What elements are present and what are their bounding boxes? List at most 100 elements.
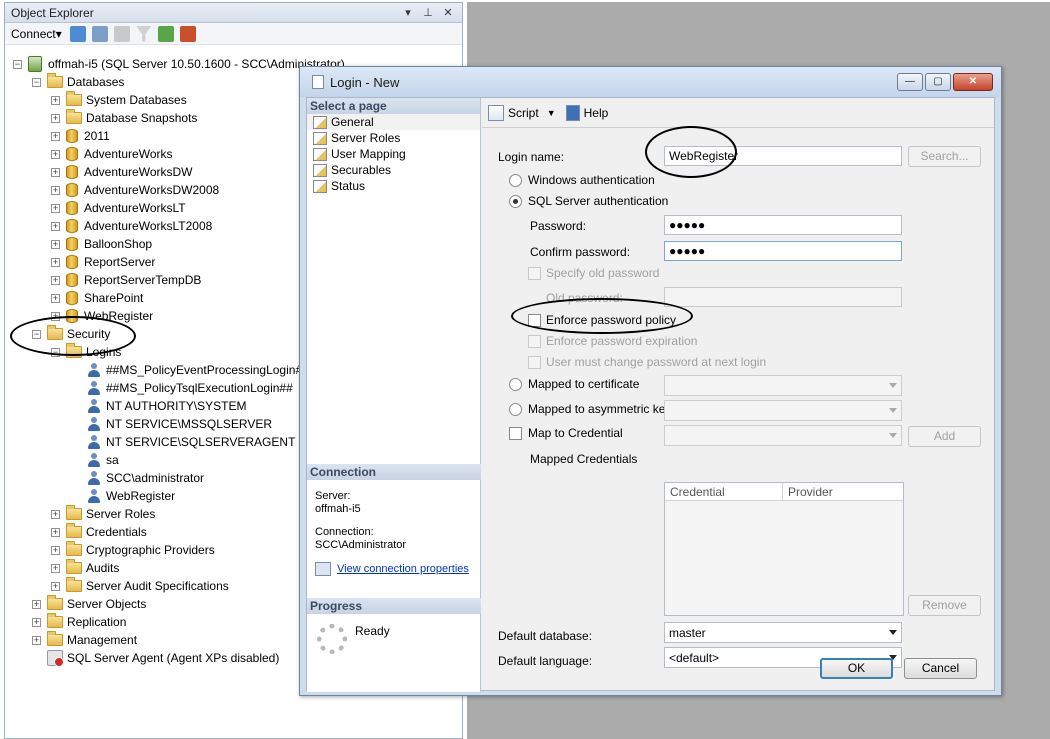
- specify-old-password-label: Specify old password: [546, 266, 660, 280]
- maximize-button[interactable]: ▢: [925, 73, 951, 91]
- tree-node[interactable]: + AdventureWorksDW: [51, 163, 192, 181]
- refresh-icon[interactable]: [157, 25, 174, 42]
- must-change-password-checkbox[interactable]: [528, 356, 541, 369]
- cancel-button[interactable]: Cancel: [904, 658, 977, 679]
- tree-node[interactable]: ##MS_PolicyTsqlExecutionLogin##: [71, 379, 293, 397]
- tree-node[interactable]: SQL Server Agent (Agent XPs disabled): [32, 649, 279, 667]
- filter-icon[interactable]: [135, 25, 152, 42]
- enforce-password-expiration-checkbox[interactable]: [528, 335, 541, 348]
- tree-node[interactable]: + Audits: [51, 559, 119, 577]
- connect-icon[interactable]: [69, 25, 86, 42]
- script-dropdown-icon[interactable]: ▼: [547, 108, 556, 118]
- expand-icon[interactable]: +: [51, 257, 60, 267]
- tree-node[interactable]: + AdventureWorksLT2008: [51, 217, 212, 235]
- tree-node[interactable]: + Management: [32, 631, 137, 649]
- dropdown-icon[interactable]: ▾: [400, 6, 416, 19]
- tree-node[interactable]: +2011: [51, 127, 110, 145]
- pin-icon[interactable]: ⊥: [420, 6, 436, 19]
- provider-column-header[interactable]: Provider: [783, 483, 838, 500]
- expand-icon[interactable]: +: [32, 617, 41, 627]
- tree-node[interactable]: + BalloonShop: [51, 235, 152, 253]
- tree-node[interactable]: + Replication: [32, 613, 126, 631]
- close-button[interactable]: ✕: [953, 73, 993, 91]
- tree-node[interactable]: NT SERVICE\SQLSERVERAGENT: [71, 433, 295, 451]
- disconnect-icon[interactable]: [91, 25, 108, 42]
- tree-node[interactable]: + Credentials: [51, 523, 147, 541]
- tree-node[interactable]: + SharePoint: [51, 289, 143, 307]
- tree-node[interactable]: + ReportServer: [51, 253, 155, 271]
- tree-node[interactable]: + System Databases: [51, 91, 187, 109]
- close-icon[interactable]: ✕: [440, 6, 456, 19]
- expand-icon[interactable]: +: [51, 203, 60, 213]
- tree-node[interactable]: + AdventureWorks: [51, 145, 172, 163]
- expand-icon[interactable]: +: [51, 527, 60, 537]
- stop-icon[interactable]: [113, 25, 130, 42]
- expand-icon[interactable]: +: [51, 581, 60, 591]
- tree-node[interactable]: + Cryptographic Providers: [51, 541, 215, 559]
- tree-node[interactable]: + Server Audit Specifications: [51, 577, 229, 595]
- view-connection-properties-link[interactable]: View connection properties: [337, 563, 469, 576]
- collapse-icon[interactable]: −: [13, 59, 22, 69]
- tree-node[interactable]: SCC\administrator: [71, 469, 204, 487]
- page-item[interactable]: Status: [307, 178, 480, 194]
- page-item[interactable]: User Mapping: [307, 146, 480, 162]
- mapped-certificate-radio[interactable]: [509, 378, 522, 391]
- help-button[interactable]: Help: [584, 106, 609, 120]
- script-button[interactable]: Script: [508, 106, 539, 120]
- page-item[interactable]: Server Roles: [307, 130, 480, 146]
- password-label: Password:: [530, 219, 587, 233]
- expand-icon[interactable]: +: [51, 563, 60, 573]
- minimize-button[interactable]: —: [897, 73, 923, 91]
- expand-icon[interactable]: +: [51, 131, 60, 141]
- tree-node[interactable]: WebRegister: [71, 487, 175, 505]
- add-credential-button[interactable]: Add: [908, 426, 981, 447]
- sql-auth-radio[interactable]: [509, 195, 522, 208]
- tree-node[interactable]: NT SERVICE\MSSQLSERVER: [71, 415, 272, 433]
- certificate-combo[interactable]: [664, 375, 902, 396]
- mapped-asymmetric-key-radio[interactable]: [509, 403, 522, 416]
- expand-icon[interactable]: +: [32, 635, 41, 645]
- default-database-select[interactable]: master: [664, 622, 902, 643]
- connect-button[interactable]: Connect▾: [11, 27, 62, 41]
- tree-node[interactable]: + AdventureWorksDW2008: [51, 181, 219, 199]
- collapse-icon[interactable]: −: [32, 77, 41, 87]
- expand-icon[interactable]: +: [51, 167, 60, 177]
- expand-icon[interactable]: +: [51, 545, 60, 555]
- search-button[interactable]: Search...: [908, 146, 981, 167]
- tree-node[interactable]: + Database Snapshots: [51, 109, 197, 127]
- tree-node[interactable]: sa: [71, 451, 119, 469]
- tree-node[interactable]: + Server Objects: [32, 595, 146, 613]
- activity-monitor-icon[interactable]: [179, 25, 196, 42]
- map-to-credential-checkbox[interactable]: [509, 427, 522, 440]
- password-input[interactable]: ●●●●●: [664, 215, 902, 235]
- confirm-password-input[interactable]: ●●●●●: [664, 241, 902, 261]
- expand-icon[interactable]: +: [51, 239, 60, 249]
- tree-node[interactable]: − Databases: [32, 73, 124, 91]
- tree-node[interactable]: NT AUTHORITY\SYSTEM: [71, 397, 246, 415]
- expand-icon[interactable]: +: [51, 113, 60, 123]
- mapped-credentials-grid[interactable]: Credential Provider: [664, 482, 904, 616]
- expand-icon[interactable]: +: [51, 149, 60, 159]
- page-item[interactable]: General: [307, 114, 480, 130]
- credential-combo[interactable]: [664, 425, 902, 446]
- tree-node[interactable]: + Server Roles: [51, 505, 155, 523]
- tree-node[interactable]: − offmah-i5 (SQL Server 10.50.1600 - SCC\…: [13, 55, 345, 73]
- ok-button[interactable]: OK: [820, 658, 893, 679]
- remove-credential-button[interactable]: Remove: [908, 595, 981, 616]
- expand-icon[interactable]: +: [51, 185, 60, 195]
- expand-icon[interactable]: +: [51, 221, 60, 231]
- old-password-input[interactable]: [664, 287, 902, 307]
- tree-node[interactable]: + AdventureWorksLT: [51, 199, 186, 217]
- credential-column-header[interactable]: Credential: [665, 483, 783, 500]
- expand-icon[interactable]: +: [51, 509, 60, 519]
- asymmetric-key-combo[interactable]: [664, 400, 902, 421]
- windows-auth-radio[interactable]: [509, 174, 522, 187]
- tree-node[interactable]: ##MS_PolicyEventProcessingLogin##: [71, 361, 309, 379]
- expand-icon[interactable]: +: [51, 275, 60, 285]
- page-item[interactable]: Securables: [307, 162, 480, 178]
- tree-node[interactable]: + ReportServerTempDB: [51, 271, 201, 289]
- expand-icon[interactable]: +: [51, 95, 60, 105]
- expand-icon[interactable]: +: [32, 599, 41, 609]
- expand-icon[interactable]: +: [51, 293, 60, 303]
- specify-old-password-checkbox[interactable]: [528, 267, 541, 280]
